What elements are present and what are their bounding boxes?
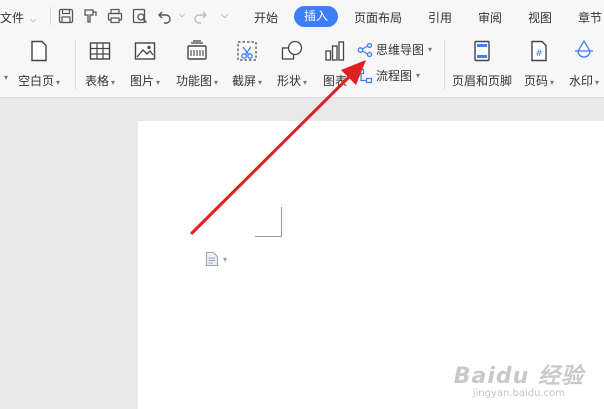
shape-icon bbox=[279, 38, 305, 64]
chevron-down-icon: ▾ bbox=[156, 78, 161, 87]
chevron-down-icon: ⌵ bbox=[30, 15, 37, 24]
screenshot-button[interactable]: 截屏 ▾ bbox=[232, 38, 262, 89]
watermark-button[interactable]: 水印 ▾ bbox=[569, 38, 599, 89]
function-chart-icon bbox=[184, 38, 210, 64]
ribbon-divider bbox=[75, 40, 76, 90]
blank-page-button[interactable]: 空白页 ▾ bbox=[18, 38, 60, 89]
menubar-divider bbox=[50, 7, 51, 25]
undo-icon[interactable] bbox=[156, 7, 174, 25]
screenshot-label: 截屏 bbox=[232, 74, 257, 88]
format-painter-icon[interactable] bbox=[81, 7, 99, 25]
tab-review[interactable]: 审阅 bbox=[478, 9, 502, 26]
table-label: 表格 bbox=[85, 74, 110, 88]
header-footer-label: 页眉和页脚 bbox=[452, 74, 513, 88]
chart-label: 图表 bbox=[322, 74, 347, 88]
function-chart-label: 功能图 bbox=[176, 74, 213, 88]
mind-map-icon bbox=[357, 42, 373, 57]
watermark-url: jingyan.baidu.com bbox=[472, 388, 566, 399]
scissors-icon bbox=[234, 38, 260, 64]
brand-watermark: Baidu 经验 jingyan.baidu.com bbox=[454, 358, 584, 399]
flowchart-button[interactable]: 流程图 ▾ bbox=[357, 67, 420, 84]
shape-button[interactable]: 形状 ▾ bbox=[277, 38, 307, 89]
print-preview-icon[interactable] bbox=[131, 7, 149, 25]
chevron-down-icon: ▾ bbox=[214, 78, 219, 87]
mind-map-button[interactable]: 思维导图 ▾ bbox=[357, 41, 432, 58]
function-chart-button[interactable]: 功能图 ▾ bbox=[176, 38, 218, 89]
document-icon bbox=[205, 251, 219, 267]
chevron-down-icon: ▾ bbox=[258, 78, 263, 87]
tab-references[interactable]: 引用 bbox=[428, 9, 452, 26]
save-icon[interactable] bbox=[57, 7, 75, 25]
ribbon-divider bbox=[444, 40, 445, 90]
picture-label: 图片 bbox=[130, 74, 155, 88]
tab-view[interactable]: 视图 bbox=[528, 9, 552, 26]
watermark-label: 水印 bbox=[569, 74, 594, 88]
shape-label: 形状 bbox=[277, 74, 302, 88]
redo-icon[interactable] bbox=[191, 7, 209, 25]
picture-button[interactable]: 图片 ▾ bbox=[130, 38, 160, 89]
print-icon[interactable] bbox=[106, 7, 124, 25]
svg-text:#: # bbox=[535, 49, 543, 59]
tab-insert[interactable]: 插入 bbox=[294, 6, 338, 27]
chevron-down-icon[interactable]: ▾ bbox=[4, 73, 8, 82]
chevron-down-icon: ▾ bbox=[595, 78, 600, 87]
chevron-down-icon: ▾ bbox=[56, 78, 61, 87]
quick-access-dropdown-icon[interactable]: ⌵ bbox=[221, 10, 229, 21]
chevron-down-icon: ▾ bbox=[550, 78, 555, 87]
header-footer-button[interactable]: 页眉和页脚 bbox=[452, 38, 512, 89]
bar-chart-icon bbox=[322, 38, 348, 64]
watermark-icon bbox=[571, 38, 597, 64]
undo-dropdown-icon[interactable]: ⌵ bbox=[179, 10, 185, 20]
table-icon bbox=[87, 38, 113, 64]
tab-page-layout[interactable]: 页面布局 bbox=[354, 9, 402, 26]
mind-map-label: 思维导图 bbox=[376, 43, 425, 57]
insert-ribbon: 空白页 ▾ ▾ 表格 ▾ 图片 ▾ 功能图 ▾ 截屏 ▾ 形状 ▾ 图表 思维导… bbox=[0, 32, 604, 98]
blank-page-icon bbox=[26, 38, 52, 64]
file-menu-label: 文件 bbox=[0, 11, 25, 25]
document-workspace: ▾ Baidu 经验 jingyan.baidu.com bbox=[0, 99, 604, 409]
header-footer-icon bbox=[469, 38, 495, 64]
chevron-down-icon: ▾ bbox=[303, 78, 308, 87]
chevron-down-icon: ▾ bbox=[428, 45, 433, 54]
document-page[interactable]: ▾ Baidu 经验 jingyan.baidu.com bbox=[138, 121, 604, 409]
chevron-down-icon: ▾ bbox=[416, 71, 421, 80]
page-number-icon: # bbox=[526, 38, 552, 64]
tab-home[interactable]: 开始 bbox=[254, 9, 278, 26]
chevron-down-icon: ▾ bbox=[111, 78, 116, 87]
flowchart-icon bbox=[357, 68, 373, 83]
table-button[interactable]: 表格 ▾ bbox=[85, 38, 115, 89]
flowchart-label: 流程图 bbox=[376, 69, 413, 83]
page-number-button[interactable]: # 页码 ▾ bbox=[524, 38, 554, 89]
menu-bar: 文件 ⌵ ⌵ ⌵ 开始 插入 页面布局 引用 审阅 视图 章节 bbox=[0, 0, 604, 32]
file-menu[interactable]: 文件 ⌵ bbox=[0, 9, 36, 26]
blank-page-label: 空白页 bbox=[18, 74, 55, 88]
page-margin-corner-mark bbox=[255, 207, 282, 237]
picture-icon bbox=[132, 38, 158, 64]
tab-sections[interactable]: 章节 bbox=[578, 9, 602, 26]
page-number-label: 页码 bbox=[524, 74, 549, 88]
chevron-down-icon: ▾ bbox=[223, 254, 228, 264]
watermark-brand: Baidu 经验 bbox=[453, 364, 584, 389]
paste-options-button[interactable]: ▾ bbox=[205, 251, 227, 267]
chart-button[interactable]: 图表 bbox=[322, 38, 348, 89]
